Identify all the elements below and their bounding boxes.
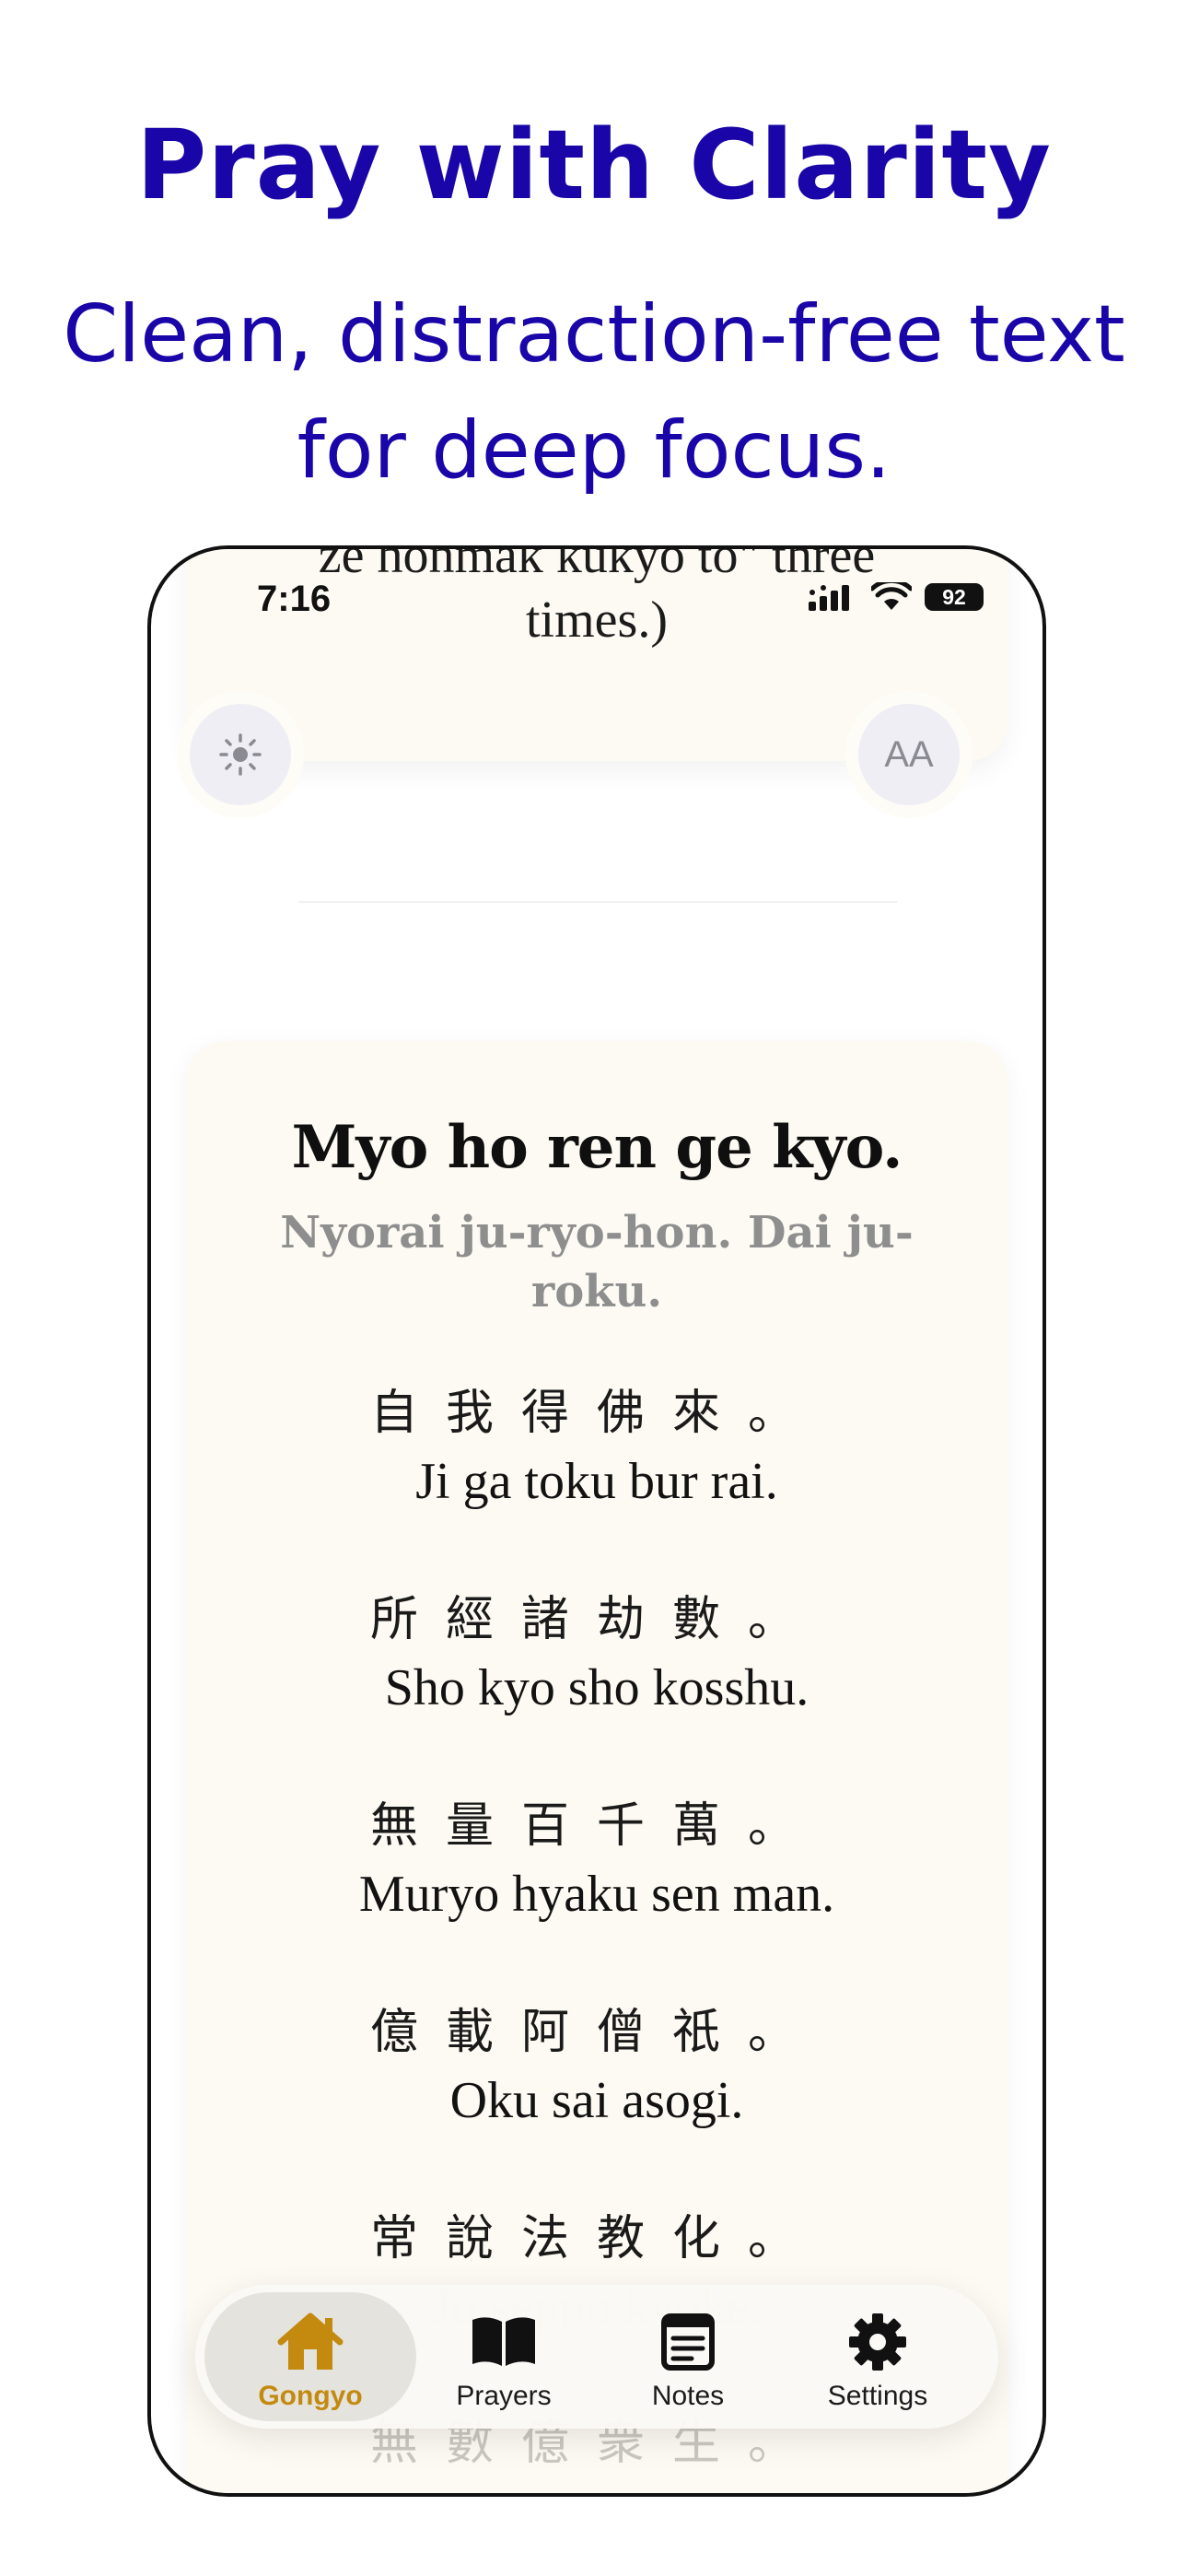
tab-gongyo[interactable]: Gongyo [204,2292,416,2421]
marketing-subheadline: Clean, distraction-free text for deep fo… [37,276,1151,509]
tab-label: Notes [651,2381,725,2411]
notes-icon [661,2313,715,2371]
phone-frame: ze honmak kukyo to" three times.) 7:16 9… [147,545,1046,2497]
sun-icon [219,733,262,776]
verse-kanji: 自我得佛來。 [369,1386,823,1441]
text-size-button[interactable]: AA [858,704,960,805]
book-icon [472,2317,535,2366]
tab-prayers[interactable]: Prayers [398,2292,610,2421]
verse-4: 億載阿僧祇。 Oku sai asogi. [186,1997,1007,2134]
verse-romaji: Muryo hyaku sen man. [358,1866,835,1923]
verse-romaji: Ji ga toku bur rai. [415,1453,778,1510]
text-size-icon-glyph: AA [884,733,934,775]
status-icons: 92 [809,582,984,612]
subheadline-line-1: Clean, distraction-free text [63,288,1125,381]
marketing-headline: Pray with Clarity [136,109,1052,221]
verse-kanji: 億載阿僧祇。 [369,2005,823,2060]
battery-indicator: 92 [925,583,984,611]
passage-title: Myo ho ren ge kyo. [291,1113,903,1182]
verse-romaji: Sho kyo sho kosshu. [384,1659,809,1716]
verse-1: 自我得佛來。 Ji ga toku bur rai. [186,1378,1007,1515]
verse-kanji: 無量百千萬。 [369,1798,823,1854]
verse-2: 所經諸劫數。 Sho kyo sho kosshu. [186,1585,1007,1721]
tab-settings[interactable]: Settings [772,2292,984,2421]
section-divider [298,901,897,903]
passage-subtitle: Nyorai ju-ryo-hon. Dai ju-roku. [280,1207,914,1317]
verse-romaji: Oku sai asogi. [449,2072,744,2129]
subheadline-line-2: for deep focus. [297,404,891,497]
tab-bar: Gongyo Prayers Notes Settings [195,2285,998,2429]
passage-card: Myo ho ren ge kyo. Nyorai ju-ryo-hon. Da… [186,1041,1007,2493]
cellular-signal-icon [809,585,849,611]
brightness-button[interactable] [190,704,291,805]
gear-icon [849,2313,906,2371]
status-time: 7:16 [257,579,332,619]
verse-kanji: 常說法教化。 [369,2211,823,2266]
text-size-icon: AA [884,734,933,776]
verse-3: 無量百千萬。 Muryo hyaku sen man. [186,1791,1007,1927]
wifi-icon [871,582,912,610]
home-icon [277,2313,344,2370]
tab-label: Settings [827,2381,928,2411]
tab-label: Prayers [456,2381,552,2411]
tab-label: Gongyo [258,2381,363,2411]
tab-notes[interactable]: Notes [582,2292,794,2421]
verse-kanji: 所經諸劫數。 [369,1592,823,1647]
